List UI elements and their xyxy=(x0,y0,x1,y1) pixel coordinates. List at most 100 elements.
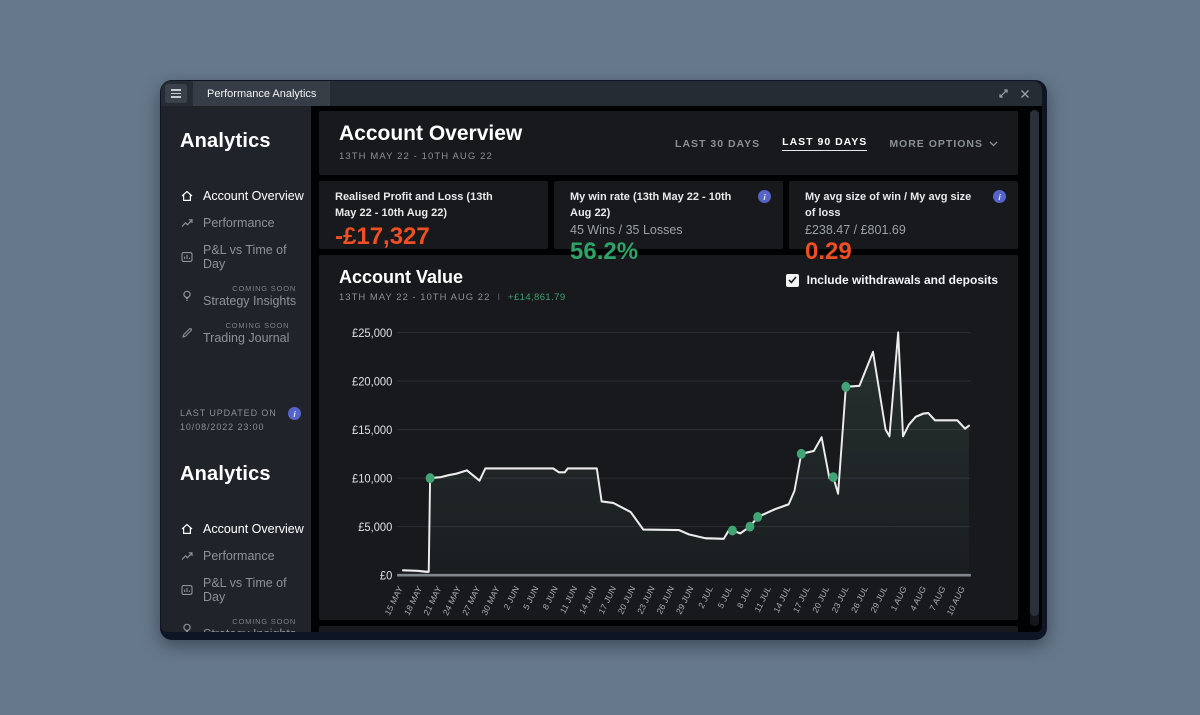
x-axis-label: 2 JUN xyxy=(502,584,521,611)
x-axis-label: 24 MAY xyxy=(441,584,463,616)
sidebar-item-account-overview[interactable]: Account Overview xyxy=(180,189,311,203)
x-axis-label: 20 JUL xyxy=(810,584,831,615)
expand-icon[interactable] xyxy=(992,81,1014,106)
sidebar-item-label: P&L vs Time of Day xyxy=(203,243,311,271)
sidebar-title: Analytics xyxy=(180,130,311,153)
sidebar-item-strategy-insights[interactable]: COMING SOONStrategy Insights xyxy=(180,617,311,632)
deposit-withdrawal-marker[interactable] xyxy=(841,382,850,392)
x-axis-label: 17 JUL xyxy=(791,584,812,615)
stat-card-1: My win rate (13th May 22 - 10th Aug 22)4… xyxy=(554,181,783,249)
info-icon[interactable]: i xyxy=(288,407,301,420)
lightbulb-icon xyxy=(180,289,194,303)
x-axis-label: 5 JUL xyxy=(716,584,735,610)
lightbulb-icon xyxy=(180,622,194,632)
x-axis-label: 26 JUN xyxy=(655,584,676,616)
titlebar: Performance Analytics xyxy=(161,81,1042,106)
pencil-icon xyxy=(180,326,194,340)
sidebar-item-label: Performance xyxy=(203,216,275,230)
y-axis-label: £15,000 xyxy=(352,423,393,437)
stat-value: 0.29 xyxy=(805,238,1002,266)
stat-card-0: Realised Profit and Loss (13th May 22 - … xyxy=(319,181,548,249)
x-axis-label: 26 JUL xyxy=(849,584,870,615)
sidebar-item-performance[interactable]: Performance xyxy=(180,216,311,230)
sidebar-nav-2: Account Overview Performance P&L vs Time o… xyxy=(180,522,311,632)
x-axis-label: 14 JUN xyxy=(577,584,598,616)
x-axis-label: 2 JUL xyxy=(696,584,715,610)
coming-soon-badge: COMING SOON xyxy=(203,617,296,626)
hamburger-menu-icon[interactable] xyxy=(165,84,187,103)
x-axis-label: 27 MAY xyxy=(460,584,482,616)
x-axis-label: 14 JUL xyxy=(772,584,793,615)
sidebar-item-trading-journal[interactable]: COMING SOONTrading Journal xyxy=(180,321,311,345)
x-axis-label: 5 JUN xyxy=(521,584,540,611)
stat-value: -£17,327 xyxy=(335,223,532,251)
checkmark-icon xyxy=(788,276,797,284)
x-axis-label: 17 JUN xyxy=(597,584,618,616)
y-axis-label: £10,000 xyxy=(352,472,393,486)
sidebar-item-p-l-vs-time-of-day[interactable]: P&L vs Time of Day xyxy=(180,576,311,604)
deposit-withdrawal-marker[interactable] xyxy=(745,522,754,532)
account-value-chart[interactable]: £0£5,000£10,000£15,000£20,000£25,00015 M… xyxy=(339,311,998,616)
main-content: Account Overview 13TH MAY 22 - 10TH AUG … xyxy=(311,106,1042,632)
home-icon xyxy=(180,189,194,203)
trend-icon xyxy=(180,216,194,230)
checkbox-checked[interactable] xyxy=(786,274,799,287)
stat-label: My avg size of win / My avg size of loss xyxy=(805,190,1002,222)
info-icon[interactable]: i xyxy=(758,190,771,203)
sidebar-item-account-overview[interactable]: Account Overview xyxy=(180,522,311,536)
tab-last-30-days[interactable]: LAST 30 DAYS xyxy=(675,138,760,150)
stat-label: Realised Profit and Loss (13th May 22 - … xyxy=(335,190,532,222)
deposit-withdrawal-marker[interactable] xyxy=(797,449,806,459)
x-axis-label: 1 AUG xyxy=(889,584,909,613)
window-tab-title: Performance Analytics xyxy=(207,88,316,100)
more-options-button[interactable]: MORE OPTIONS xyxy=(889,138,998,150)
sidebar-title-2: Analytics xyxy=(180,463,311,486)
account-value-title: Account Value xyxy=(339,267,566,288)
x-axis-label: 30 MAY xyxy=(480,584,502,616)
x-axis-label: 29 JUN xyxy=(674,584,695,616)
window-tab[interactable]: Performance Analytics xyxy=(193,81,330,106)
app-window: Performance Analytics Analytics Account … xyxy=(160,80,1047,640)
x-axis-label: 11 JUL xyxy=(753,584,773,614)
x-axis-label: 20 JUN xyxy=(616,584,637,616)
chart-svg: £0£5,000£10,000£15,000£20,000£25,00015 M… xyxy=(339,311,998,616)
sidebar-item-label: P&L vs Time of Day xyxy=(203,576,311,604)
coming-soon-badge: COMING SOON xyxy=(203,321,289,330)
x-axis-label: 23 JUL xyxy=(830,584,851,615)
tab-last-90-days[interactable]: LAST 90 DAYS xyxy=(782,136,867,151)
sidebar-item-label: Strategy Insights xyxy=(203,294,296,308)
home-icon xyxy=(180,522,194,536)
info-icon[interactable]: i xyxy=(993,190,1006,203)
withdrawals-checkbox-row[interactable]: Include withdrawals and deposits xyxy=(786,273,998,287)
last-updated-text: LAST UPDATED ON 10/08/2022 23:00 xyxy=(180,407,277,435)
deposit-withdrawal-marker[interactable] xyxy=(753,512,762,522)
deposit-withdrawal-marker[interactable] xyxy=(426,473,435,483)
page-title: Account Overview xyxy=(339,122,522,146)
chevron-down-icon xyxy=(989,141,998,147)
x-axis-label: 8 JUN xyxy=(541,584,560,611)
y-axis-label: £20,000 xyxy=(352,375,393,389)
sidebar-item-performance[interactable]: Performance xyxy=(180,549,311,563)
deposit-withdrawal-marker[interactable] xyxy=(728,526,737,536)
overview-header-panel: Account Overview 13TH MAY 22 - 10TH AUG … xyxy=(319,111,1018,175)
x-axis-label: 21 MAY xyxy=(422,584,444,616)
scrollbar-track[interactable] xyxy=(1030,110,1039,626)
scrollbar-thumb[interactable] xyxy=(1030,110,1039,616)
last-updated-block: LAST UPDATED ON 10/08/2022 23:00 i xyxy=(180,407,311,435)
range-tabs: LAST 30 DAYS LAST 90 DAYS MORE OPTIONS xyxy=(675,136,998,151)
sidebar: Analytics Account Overview Performance P&L… xyxy=(161,106,311,632)
x-axis-label: 23 JUN xyxy=(635,584,656,616)
account-value-panel: Account Value 13TH MAY 22 - 10TH AUG 22 … xyxy=(319,255,1018,620)
sidebar-item-label: Strategy Insights xyxy=(203,627,296,632)
y-axis-label: £25,000 xyxy=(352,326,393,340)
sidebar-item-p-l-vs-time-of-day[interactable]: P&L vs Time of Day xyxy=(180,243,311,271)
subtitle-separator: I xyxy=(497,292,501,303)
sidebar-item-label: Account Overview xyxy=(203,189,304,203)
deposit-withdrawal-marker[interactable] xyxy=(829,472,838,482)
coming-soon-badge: COMING SOON xyxy=(203,284,296,293)
account-value-change: +£14,861.79 xyxy=(508,292,566,303)
close-icon[interactable] xyxy=(1014,81,1036,106)
sidebar-item-label: Trading Journal xyxy=(203,331,289,345)
area-fill xyxy=(403,332,969,575)
sidebar-item-strategy-insights[interactable]: COMING SOONStrategy Insights xyxy=(180,284,311,308)
